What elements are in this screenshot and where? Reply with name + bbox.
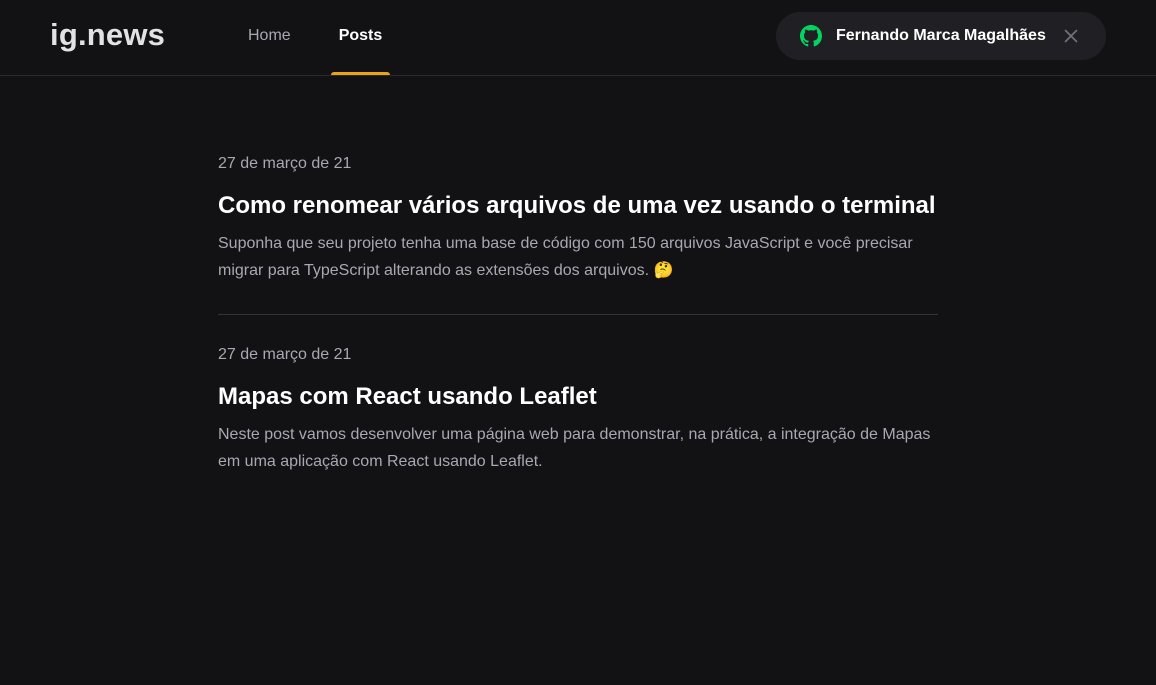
close-icon[interactable] <box>1063 28 1079 44</box>
post-excerpt: Suponha que seu projeto tenha uma base d… <box>218 235 913 279</box>
site-logo[interactable]: ig.news <box>50 17 165 53</box>
active-nav-indicator <box>331 72 390 75</box>
github-icon <box>800 25 822 47</box>
post-title: Mapas com React usando Leaflet <box>218 383 597 410</box>
post-date: 27 de março de 21 <box>218 346 352 363</box>
nav-home-link[interactable]: Home <box>248 0 292 75</box>
nav-posts-link[interactable]: Posts <box>331 0 390 75</box>
post-excerpt: Neste post vamos desenvolver uma página … <box>218 426 931 470</box>
post-divider <box>218 314 938 315</box>
user-name: Fernando Marca Magalhães <box>836 27 1046 44</box>
post-date: 27 de março de 21 <box>218 155 352 172</box>
sign-in-button[interactable]: Fernando Marca Magalhães <box>776 12 1106 60</box>
site-header: ig.news Home Posts Fernando Marca Magalh… <box>0 0 1156 76</box>
post-title: Como renomear vários arquivos de uma vez… <box>218 192 936 219</box>
